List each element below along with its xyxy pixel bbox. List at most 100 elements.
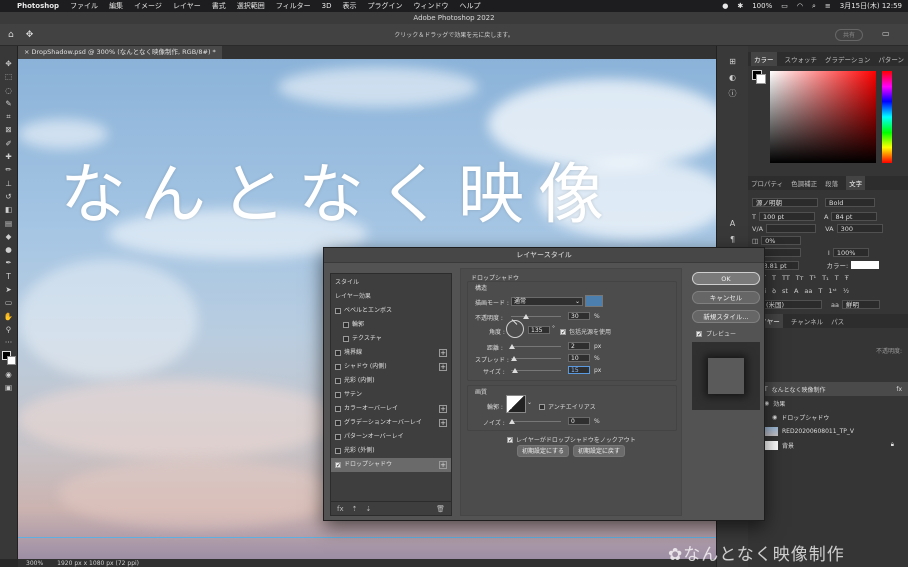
- visibility-icon[interactable]: ◉: [772, 414, 777, 421]
- workspace-icon[interactable]: ▭: [882, 29, 890, 38]
- style-header[interactable]: スタイル: [331, 276, 451, 290]
- tab-gradient[interactable]: グラデーション: [825, 54, 870, 64]
- hscale-field[interactable]: 100%: [832, 248, 869, 257]
- zoom-tool-icon[interactable]: ⚲: [2, 324, 16, 335]
- font-size-field[interactable]: 100 pt: [758, 212, 815, 221]
- cancel-button[interactable]: キャンセル: [692, 291, 760, 304]
- stylistic-button[interactable]: st: [782, 287, 788, 295]
- effect-item[interactable]: カラーオーバーレイ +: [331, 402, 451, 416]
- clock[interactable]: 3月15日(木) 12:59: [840, 1, 902, 11]
- effect-item[interactable]: ✓ ドロップシャドウ +: [331, 458, 451, 472]
- tab-properties[interactable]: プロパティ: [751, 178, 783, 188]
- noise-slider[interactable]: [511, 421, 561, 422]
- angle-dial[interactable]: [506, 319, 524, 338]
- faux-italic-button[interactable]: T: [772, 274, 776, 282]
- doc-info[interactable]: 1920 px x 1080 px (72 ppi): [57, 560, 139, 567]
- hand-tool-icon[interactable]: ✋: [2, 311, 16, 322]
- add-effect-icon[interactable]: +: [439, 461, 447, 469]
- status-icon[interactable]: ●: [722, 2, 728, 10]
- titling-button[interactable]: aa: [804, 287, 812, 295]
- distance-slider[interactable]: [511, 346, 561, 347]
- move-up-icon[interactable]: ⇡: [352, 505, 358, 513]
- brush-tool-icon[interactable]: ✏: [2, 164, 16, 175]
- spread-slider[interactable]: [511, 358, 561, 359]
- all-caps-button[interactable]: TT: [782, 274, 790, 282]
- effect-checkbox[interactable]: [343, 336, 349, 342]
- size-field[interactable]: 15: [568, 366, 590, 374]
- ordinals-button[interactable]: 1ˢᵗ: [828, 287, 836, 295]
- pen-tool-icon[interactable]: ✒: [2, 257, 16, 268]
- more-tools-icon[interactable]: ···: [2, 337, 16, 348]
- menu-select[interactable]: 選択範囲: [237, 1, 265, 11]
- ok-button[interactable]: OK: [692, 272, 760, 285]
- effect-checkbox[interactable]: [335, 434, 341, 440]
- effect-checkbox[interactable]: [335, 308, 341, 314]
- effect-checkbox[interactable]: [335, 420, 341, 426]
- layer-row[interactable]: T なんとなく映像制作 fx: [748, 382, 908, 396]
- tab-character[interactable]: 文字: [846, 176, 866, 190]
- tab-swatches[interactable]: スウォッチ: [785, 54, 818, 64]
- frame-tool-icon[interactable]: ⊠: [2, 124, 16, 135]
- menu-filter[interactable]: フィルター: [276, 1, 311, 11]
- effect-checkbox[interactable]: [343, 322, 349, 328]
- paragraph-panel-icon[interactable]: ¶: [726, 234, 740, 246]
- effects-header[interactable]: レイヤー効果: [331, 290, 451, 304]
- reset-default-button[interactable]: 初期設定に戻す: [573, 445, 625, 457]
- spread-field[interactable]: 10: [568, 354, 590, 362]
- fractions-button[interactable]: ½: [843, 287, 849, 295]
- opacity-field[interactable]: 30: [568, 312, 590, 320]
- vscale-field[interactable]: [760, 248, 801, 257]
- menu-help[interactable]: ヘルプ: [459, 1, 480, 11]
- effect-item[interactable]: 輪郭: [331, 318, 451, 332]
- effect-checkbox[interactable]: ✓: [335, 462, 341, 469]
- antialias-select[interactable]: 鮮明: [841, 300, 880, 309]
- effect-checkbox[interactable]: [335, 448, 341, 454]
- global-light-checkbox[interactable]: ✓: [560, 328, 566, 335]
- add-effect-icon[interactable]: +: [439, 349, 447, 357]
- menu-plugins[interactable]: プラグイン: [367, 1, 402, 11]
- lasso-tool-icon[interactable]: ◌: [2, 85, 16, 96]
- menu-3d[interactable]: 3D: [322, 2, 332, 10]
- canvas-text[interactable]: なんとなく映像: [60, 141, 618, 237]
- effect-item[interactable]: テクスチャ: [331, 332, 451, 346]
- blend-mode-select[interactable]: 通常 ⌄: [511, 297, 583, 306]
- character-panel-icon[interactable]: A: [726, 218, 740, 230]
- effect-checkbox[interactable]: [335, 350, 341, 356]
- trash-icon[interactable]: 🗑︎: [436, 505, 445, 513]
- background-color[interactable]: [756, 74, 766, 84]
- size-slider-knob[interactable]: [512, 368, 518, 373]
- language-select[interactable]: (米国): [762, 300, 822, 309]
- spread-slider-knob[interactable]: [511, 356, 517, 361]
- battery-icon[interactable]: ▭: [781, 2, 788, 10]
- effect-item[interactable]: 光彩 (内側): [331, 374, 451, 388]
- menu-file[interactable]: ファイル: [70, 1, 98, 11]
- superscript-button[interactable]: T¹: [810, 274, 817, 282]
- opacity-slider[interactable]: [511, 316, 561, 317]
- close-icon[interactable]: ×: [24, 48, 32, 56]
- antialias-checkbox[interactable]: [539, 403, 545, 410]
- menu-type[interactable]: 書式: [212, 1, 226, 11]
- add-effect-icon[interactable]: +: [439, 419, 447, 427]
- tab-color[interactable]: カラー: [751, 52, 777, 66]
- screen-mode-icon[interactable]: ▣: [2, 382, 16, 393]
- effect-item[interactable]: パターンオーバーレイ: [331, 430, 451, 444]
- document-tab[interactable]: × DropShadow.psd @ 300% (なんとなく映像制作, RGB/…: [18, 46, 222, 59]
- search-icon[interactable]: ⌕: [812, 2, 816, 11]
- move-down-icon[interactable]: ⇣: [365, 505, 371, 513]
- color-swatches[interactable]: [1, 350, 16, 367]
- zoom-level[interactable]: 300%: [26, 560, 43, 567]
- hue-slider[interactable]: [882, 71, 892, 163]
- effect-item[interactable]: 光彩 (外側): [331, 444, 451, 458]
- tab-paths[interactable]: パス: [831, 316, 844, 326]
- info-panel-icon[interactable]: ⓘ: [726, 88, 740, 100]
- stamp-tool-icon[interactable]: ⊥: [2, 178, 16, 189]
- shadow-color-swatch[interactable]: [585, 295, 603, 307]
- crop-tool-icon[interactable]: ⌗: [2, 111, 16, 122]
- menu-view[interactable]: 表示: [342, 1, 356, 11]
- size-slider[interactable]: [511, 370, 561, 371]
- effect-checkbox[interactable]: [335, 378, 341, 384]
- move-tool-icon[interactable]: ✥: [2, 58, 16, 69]
- knockout-checkbox[interactable]: ✓: [507, 436, 513, 443]
- swash-button[interactable]: ꝺ: [772, 286, 776, 295]
- effect-item[interactable]: サテン: [331, 388, 451, 402]
